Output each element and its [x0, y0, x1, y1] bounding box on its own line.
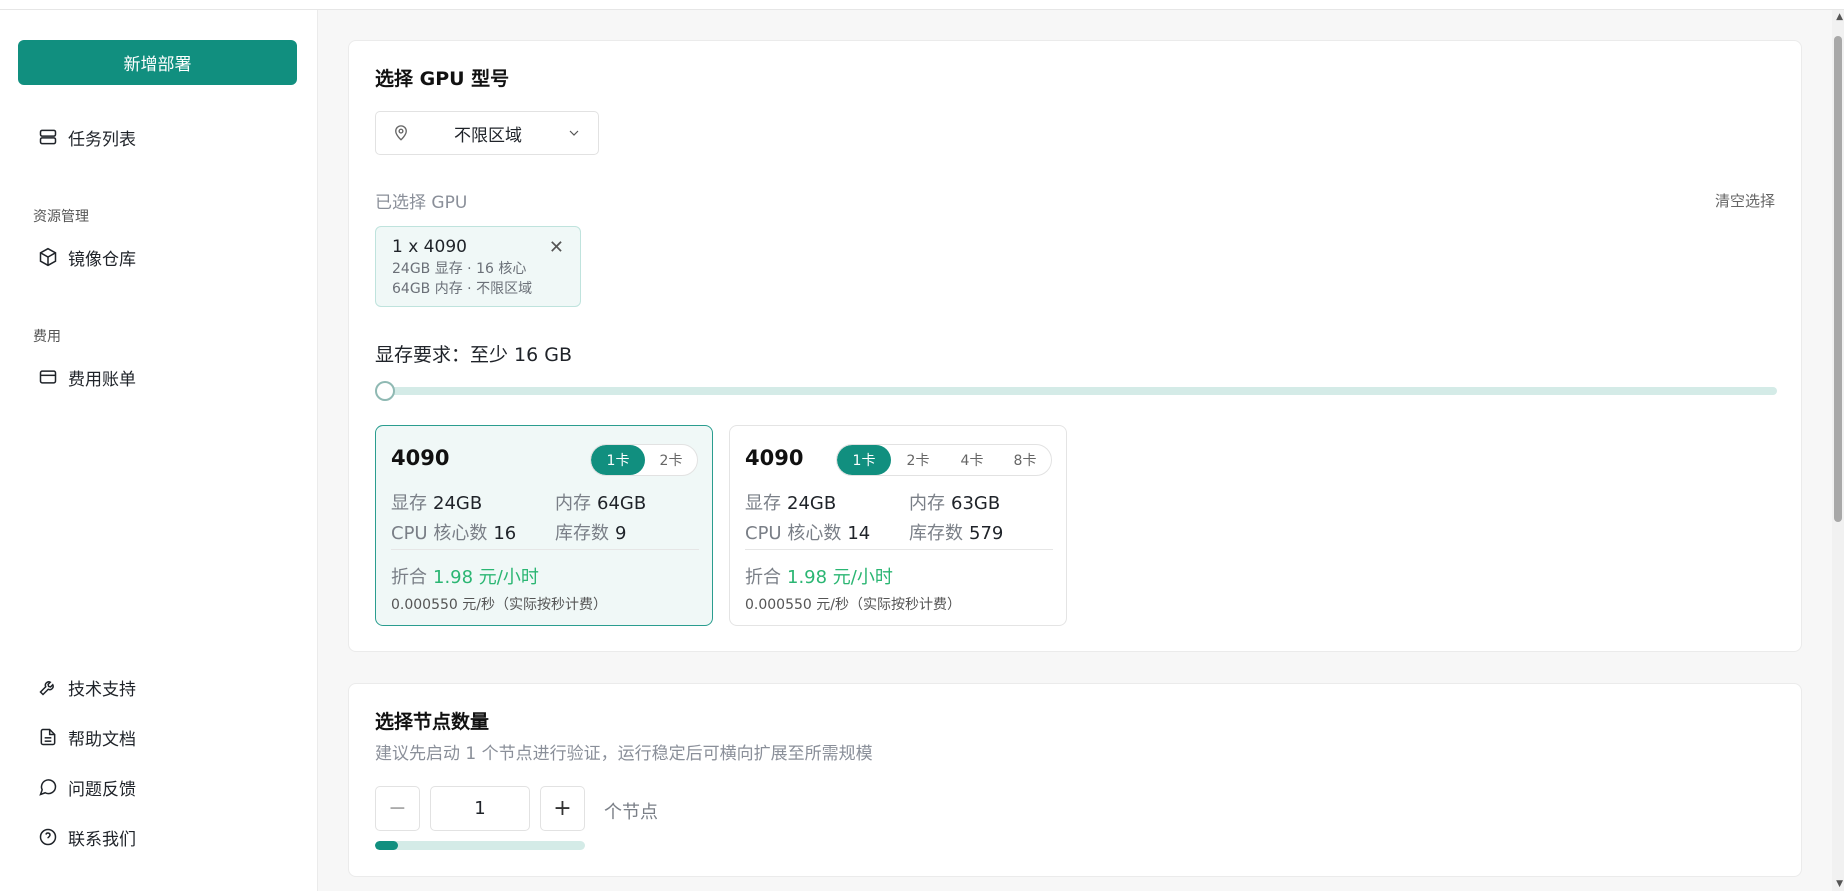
new-deploy-button[interactable]: 新增部署	[18, 40, 297, 85]
scrollbar-thumb[interactable]	[1834, 36, 1842, 522]
sidebar-item-label: 任务列表	[68, 129, 136, 150]
sidebar-item-label: 帮助文档	[68, 729, 136, 750]
card-option-2[interactable]: 2卡	[891, 445, 945, 475]
gpu-select-panel: 选择 GPU 型号 不限区域 已选择 GPU 清空选择 1 x 4090 24G…	[348, 40, 1802, 652]
close-icon[interactable]: ✕	[549, 237, 564, 258]
sidebar-item-task-list[interactable]: 任务列表	[38, 123, 136, 151]
node-count-input[interactable]	[430, 786, 530, 831]
node-progress-fill	[375, 841, 399, 850]
server-list-icon	[39, 129, 57, 145]
sidebar-item-contact[interactable]: 联系我们	[38, 823, 136, 851]
price-hourly: 折合 1.98 元/小时	[745, 567, 893, 588]
document-icon	[40, 728, 56, 746]
section-label-billing: 费用	[33, 329, 61, 345]
chip-line1: 24GB 显存 · 16 核心	[392, 261, 527, 277]
card-option-4[interactable]: 4卡	[945, 445, 999, 475]
card-count-selector: 1卡 2卡	[590, 444, 698, 476]
sidebar-item-billing[interactable]: 费用账单	[38, 363, 136, 391]
scrollbar[interactable]: ▲ ▼	[1832, 10, 1844, 891]
gpu-name: 4090	[391, 446, 450, 470]
top-bar	[0, 0, 1844, 10]
sidebar-item-help-docs[interactable]: 帮助文档	[38, 723, 136, 751]
wrench-icon	[39, 681, 54, 696]
help-circle-icon	[39, 828, 57, 846]
card-option-8[interactable]: 8卡	[999, 445, 1051, 475]
card-option-1[interactable]: 1卡	[591, 445, 645, 475]
increment-button[interactable]: +	[540, 786, 585, 831]
vram-slider-track[interactable]	[383, 387, 1777, 395]
spec-stock: 库存数 9	[555, 523, 627, 544]
card-divider	[391, 549, 699, 550]
price-per-second: 0.000550 元/秒（实际按秒计费）	[745, 597, 961, 613]
decrement-button[interactable]: −	[375, 786, 420, 831]
panel-title: 选择 GPU 型号	[375, 68, 510, 90]
spec-cpu: CPU 核心数 14	[745, 523, 871, 544]
sidebar: 新增部署 任务列表 资源管理 镜像仓库 费用 费用账单 技术支持 帮助文档 问题…	[0, 10, 318, 891]
sidebar-item-label: 镜像仓库	[68, 249, 136, 270]
map-pin-icon	[395, 125, 407, 141]
sidebar-item-label: 费用账单	[68, 369, 136, 390]
price-hourly: 折合 1.98 元/小时	[391, 567, 539, 588]
spec-vram: 显存 24GB	[745, 493, 837, 514]
gpu-name: 4090	[745, 446, 804, 470]
section-label-resources: 资源管理	[33, 209, 89, 225]
card-option-1[interactable]: 1卡	[837, 445, 891, 475]
sidebar-item-image-repo[interactable]: 镜像仓库	[38, 243, 136, 271]
sidebar-item-label: 技术支持	[68, 679, 136, 700]
sidebar-item-label: 联系我们	[68, 829, 136, 850]
spec-stock: 库存数 579	[909, 523, 1004, 544]
node-unit-label: 个节点	[604, 802, 658, 823]
spec-memory: 内存 63GB	[909, 493, 1001, 514]
card-option-2[interactable]: 2卡	[645, 445, 697, 475]
chat-bubble-icon	[39, 779, 57, 796]
sidebar-item-feedback[interactable]: 问题反馈	[38, 773, 136, 801]
gpu-card[interactable]: 4090 1卡 2卡 4卡 8卡 显存 24GB 内存 63GB CPU 核心数 14…	[729, 425, 1067, 626]
card-count-selector: 1卡 2卡 4卡 8卡	[836, 444, 1052, 476]
sidebar-item-label: 问题反馈	[68, 779, 136, 800]
box-icon	[39, 247, 57, 267]
card-divider	[745, 549, 1053, 550]
sidebar-item-tech-support[interactable]: 技术支持	[38, 673, 136, 701]
credit-card-icon	[39, 370, 57, 384]
spec-cpu: CPU 核心数 16	[391, 523, 517, 544]
vram-requirement: 显存要求：至少 16 GB	[375, 344, 573, 366]
scroll-down-icon[interactable]: ▼	[1836, 879, 1843, 889]
chip-title: 1 x 4090	[392, 237, 467, 257]
region-value: 不限区域	[454, 125, 522, 146]
clear-selection-link[interactable]: 清空选择	[1715, 190, 1775, 211]
chip-line2: 64GB 内存 · 不限区域	[392, 281, 533, 297]
spec-vram: 显存 24GB	[391, 493, 483, 514]
scroll-up-icon[interactable]: ▲	[1836, 12, 1843, 22]
node-count-panel: 选择节点数量 建议先启动 1 个节点进行验证，运行稳定后可横向扩展至所需规模 −…	[348, 683, 1802, 877]
selected-gpu-chip: 1 x 4090 24GB 显存 · 16 核心 64GB 内存 · 不限区域 …	[375, 226, 581, 307]
node-progress-track	[375, 841, 585, 850]
node-hint: 建议先启动 1 个节点进行验证，运行稳定后可横向扩展至所需规模	[375, 744, 873, 764]
gpu-card[interactable]: 4090 1卡 2卡 显存 24GB 内存 64GB CPU 核心数 16 库存数 9 …	[375, 425, 713, 626]
selected-gpu-label: 已选择 GPU	[375, 193, 468, 213]
spec-memory: 内存 64GB	[555, 493, 647, 514]
chevron-down-icon	[569, 130, 579, 136]
panel-title: 选择节点数量	[375, 711, 490, 733]
price-per-second: 0.000550 元/秒（实际按秒计费）	[391, 597, 607, 613]
vram-slider-thumb[interactable]	[375, 381, 395, 401]
region-dropdown[interactable]: 不限区域	[375, 111, 599, 155]
